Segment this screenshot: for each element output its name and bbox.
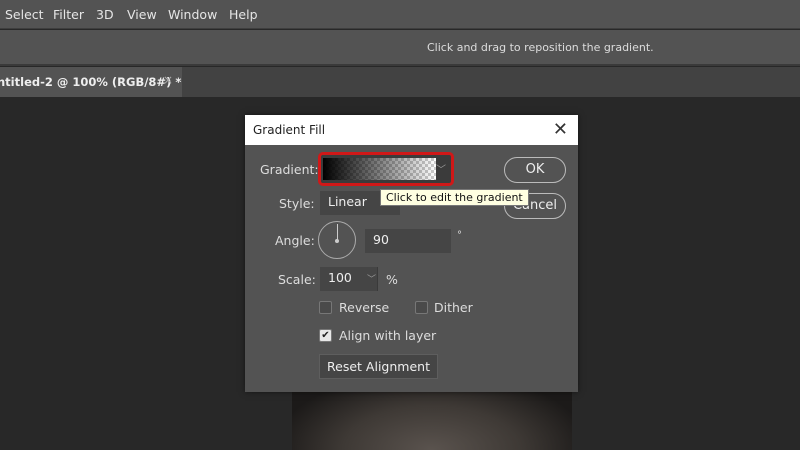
scale-unit: % [386, 272, 398, 287]
reverse-checkbox[interactable] [319, 301, 332, 314]
menu-window[interactable]: Window [168, 7, 217, 22]
degree-unit: ° [457, 230, 462, 241]
checkmark-icon: ✔ [321, 330, 330, 341]
gradient-fill-dialog: Gradient Fill ✕ Gradient: ﹀ OK Cancel St… [245, 115, 578, 392]
scale-chevron-icon[interactable]: ﹀ [367, 272, 376, 285]
dialog-title-bar: Gradient Fill ✕ [245, 115, 578, 145]
document-tab-title: ntitled-2 @ 100% (RGB/8#) * [0, 75, 182, 89]
document-tab-bar: ntitled-2 @ 100% (RGB/8#) * × [0, 67, 800, 97]
dither-checkbox[interactable] [415, 301, 428, 314]
angle-dial[interactable] [318, 221, 356, 259]
menu-view[interactable]: View [127, 7, 157, 22]
angle-input[interactable]: 90 [365, 229, 451, 253]
reverse-label[interactable]: Reverse [339, 300, 389, 315]
gradient-tooltip: Click to edit the gradient [380, 189, 529, 206]
scale-label: Scale: [278, 272, 316, 287]
menu-filter[interactable]: Filter [53, 7, 84, 22]
gradient-label: Gradient: [260, 162, 319, 177]
options-bar: Click and drag to reposition the gradien… [0, 30, 800, 66]
menu-3d[interactable]: 3D [96, 7, 114, 22]
menu-help[interactable]: Help [229, 7, 258, 22]
chevron-down-icon[interactable]: ﹀ [436, 161, 446, 176]
dither-label[interactable]: Dither [434, 300, 473, 315]
document-tab[interactable]: ntitled-2 @ 100% (RGB/8#) * × [0, 67, 182, 97]
gradient-picker[interactable]: ﹀ [318, 152, 454, 186]
align-checkbox[interactable]: ✔ [319, 329, 332, 342]
align-label[interactable]: Align with layer [339, 328, 436, 343]
gradient-swatch[interactable] [323, 158, 436, 180]
menu-bar: Select Filter 3D View Window Help [0, 0, 800, 29]
ok-button[interactable]: OK [504, 157, 566, 183]
close-icon[interactable]: ✕ [553, 119, 568, 140]
menu-select[interactable]: Select [5, 7, 44, 22]
reset-alignment-button[interactable]: Reset Alignment [319, 354, 438, 379]
dialog-title: Gradient Fill [253, 123, 326, 137]
style-label: Style: [279, 196, 315, 211]
close-tab-icon[interactable]: × [163, 73, 173, 87]
angle-label: Angle: [275, 233, 315, 248]
options-hint: Click and drag to reposition the gradien… [427, 41, 654, 54]
